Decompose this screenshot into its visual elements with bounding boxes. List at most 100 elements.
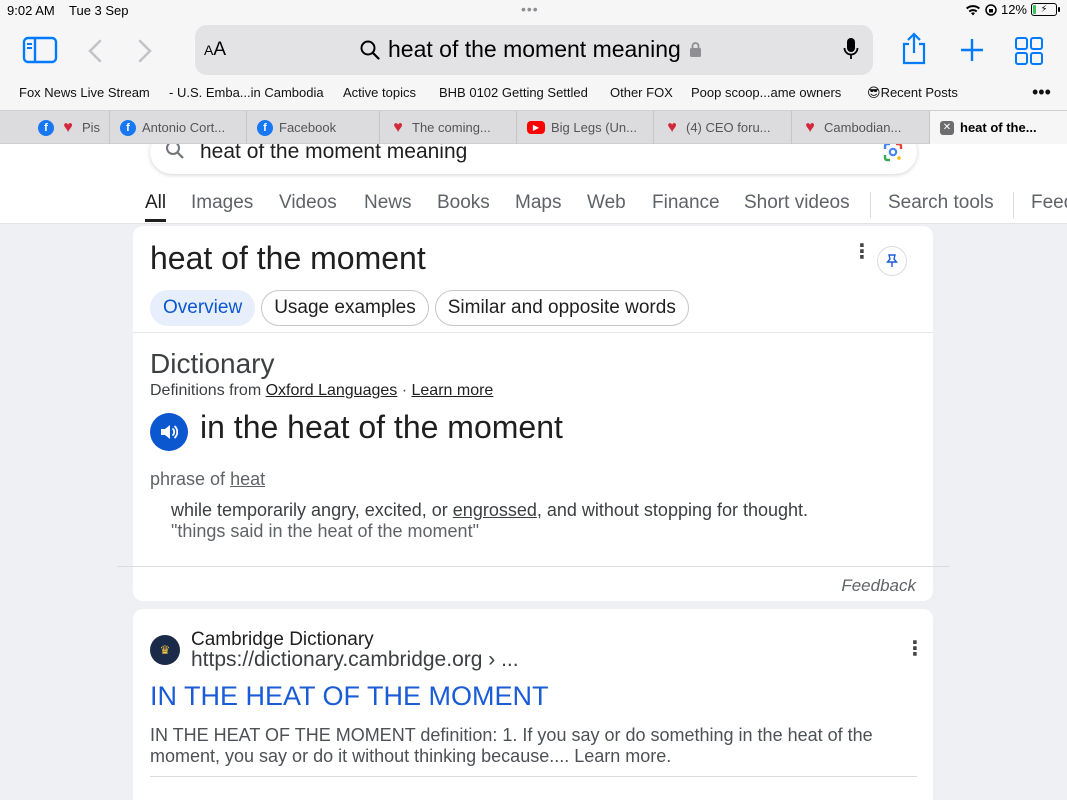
tab-label: Big Legs (Un...	[551, 120, 637, 135]
nav-books[interactable]: Books	[437, 192, 490, 214]
bookmark-item[interactable]: - U.S. Emba...in Cambodia	[169, 85, 324, 100]
pin-icon[interactable]	[877, 246, 907, 276]
result-title-link[interactable]: IN THE HEAT OF THE MOMENT	[150, 681, 549, 712]
result-url[interactable]: https://dictionary.cambridge.org › ...	[191, 648, 519, 672]
nav-search-tools[interactable]: Search tools	[888, 192, 994, 214]
oxford-languages-link[interactable]: Oxford Languages	[266, 382, 398, 399]
nav-feed[interactable]: Feed	[1031, 192, 1067, 214]
tab[interactable]: ♥ (4) CEO foru...	[654, 111, 792, 144]
bookmark-item[interactable]: BHB 0102 Getting Settled	[439, 85, 588, 100]
google-lens-icon[interactable]	[883, 144, 903, 162]
speaker-icon[interactable]	[150, 413, 188, 451]
search-icon	[360, 40, 380, 60]
multitasking-dots-icon[interactable]: •••	[521, 1, 539, 17]
definition: while temporarily angry, excited, or eng…	[171, 500, 809, 520]
tab-label: Facebook	[279, 120, 337, 135]
tab-bar: f ♥ Pis f Antonio Cort... f Facebook ♥ T…	[0, 110, 1067, 144]
heart-flag-icon: ♥	[63, 118, 73, 136]
new-tab-icon[interactable]	[958, 36, 986, 64]
divider	[117, 566, 950, 567]
heat-link[interactable]: heat	[230, 469, 265, 489]
chip-row: Overview Usage examples Similar and oppo…	[150, 290, 689, 326]
bookmark-item[interactable]: Fox News Live Stream	[19, 85, 150, 100]
nav-videos[interactable]: Videos	[279, 192, 337, 214]
address-display[interactable]: heat of the moment meaning	[360, 36, 702, 63]
web-content: heat of the moment meaning All Images Vi…	[0, 144, 1067, 800]
bookmark-emoji: 😎	[867, 85, 881, 100]
nav-web[interactable]: Web	[587, 192, 626, 214]
battery-percent: 12%	[1000, 2, 1027, 17]
heart-flag-icon: ♥	[667, 118, 677, 136]
nav-divider	[870, 192, 871, 218]
nav-images[interactable]: Images	[191, 192, 253, 214]
tab[interactable]: ▶ Big Legs (Un...	[517, 111, 654, 144]
nav-news[interactable]: News	[364, 192, 412, 214]
address-bar[interactable]: AA heat of the moment meaning	[195, 25, 873, 75]
tab[interactable]: f Antonio Cort...	[110, 111, 247, 144]
sidebar-icon[interactable]	[22, 36, 58, 64]
tab-label: heat of the...	[960, 120, 1037, 135]
nav-divider	[1013, 192, 1014, 218]
more-bookmarks-icon[interactable]: •••	[1032, 82, 1051, 103]
more-options-icon[interactable]: ⋮	[852, 242, 872, 262]
learn-more-link[interactable]: Learn more	[412, 382, 494, 399]
text-size-button[interactable]: AA	[204, 39, 226, 61]
search-query[interactable]: heat of the moment meaning	[200, 144, 467, 164]
google-search-box[interactable]: heat of the moment meaning	[150, 144, 917, 174]
headword: in the heat of the moment	[200, 409, 563, 445]
microphone-icon[interactable]	[843, 37, 859, 66]
status-icons: 12% ⚡	[965, 2, 1060, 17]
cambridge-logo-icon: ♛	[150, 635, 180, 665]
wifi-icon	[965, 4, 980, 15]
bookmark-item[interactable]: Other FOX	[610, 85, 673, 100]
divider	[133, 332, 933, 333]
heart-flag-icon: ♥	[393, 118, 403, 136]
definitions-source: Definitions from Oxford Languages · Lear…	[150, 382, 494, 399]
lock-icon	[689, 42, 701, 57]
part-of-speech: phrase of heat	[150, 469, 266, 489]
clock: 9:02 AM	[7, 3, 55, 18]
divider	[150, 776, 917, 777]
search-nav: All Images Videos News Books Maps Web Fi…	[0, 192, 1067, 222]
nav-all[interactable]: All	[145, 192, 167, 222]
bookmark-item[interactable]: Poop scoop...ame owners	[691, 85, 841, 100]
facebook-icon: f	[38, 119, 54, 136]
tab[interactable]: ♥ Cambodian...	[792, 111, 930, 144]
tab-overview-icon[interactable]	[1014, 36, 1044, 66]
tab[interactable]: f ♥ Pis	[28, 111, 110, 144]
orientation-lock-icon	[985, 3, 997, 16]
nav-finance[interactable]: Finance	[652, 192, 720, 214]
chip-similar-opposite[interactable]: Similar and opposite words	[434, 290, 689, 326]
forward-icon[interactable]	[136, 38, 154, 64]
more-options-icon[interactable]: ⋮	[905, 639, 925, 659]
tab[interactable]: ♥ The coming...	[380, 111, 517, 144]
google-header: heat of the moment meaning All Images Vi…	[0, 144, 1067, 224]
chip-usage-examples[interactable]: Usage examples	[261, 290, 429, 326]
tab-label: (4) CEO foru...	[686, 120, 771, 135]
tab[interactable]: f Facebook	[247, 111, 380, 144]
date: Tue 3 Sep	[69, 3, 129, 18]
youtube-icon: ▶	[527, 121, 545, 134]
bookmark-item[interactable]: 😎Recent Posts	[867, 85, 958, 101]
back-icon[interactable]	[86, 38, 104, 64]
tab-active[interactable]: ✕ heat of the...	[930, 111, 1067, 144]
facebook-icon: f	[120, 119, 136, 136]
tab-label: Cambodian...	[824, 120, 902, 135]
engrossed-link[interactable]: engrossed	[453, 500, 537, 520]
search-icon	[166, 144, 184, 159]
facebook-icon: f	[257, 119, 273, 136]
close-icon[interactable]: ✕	[940, 120, 954, 135]
dictionary-title: Dictionary	[150, 348, 275, 379]
bookmark-item[interactable]: Active topics	[343, 85, 416, 100]
feedback-link[interactable]: Feedback	[841, 576, 916, 596]
heart-flag-icon: ♥	[805, 118, 815, 136]
address-text: heat of the moment meaning	[388, 36, 681, 62]
chip-overview[interactable]: Overview	[150, 290, 256, 326]
term-heading: heat of the moment	[150, 240, 426, 276]
tab-label: Pis	[82, 120, 101, 135]
example-sentence: "things said in the heat of the moment"	[171, 521, 479, 541]
status-bar: 9:02 AM Tue 3 Sep ••• 12% ⚡	[0, 0, 1067, 22]
nav-maps[interactable]: Maps	[515, 192, 561, 214]
nav-short-videos[interactable]: Short videos	[744, 192, 850, 214]
share-icon[interactable]	[900, 32, 928, 66]
